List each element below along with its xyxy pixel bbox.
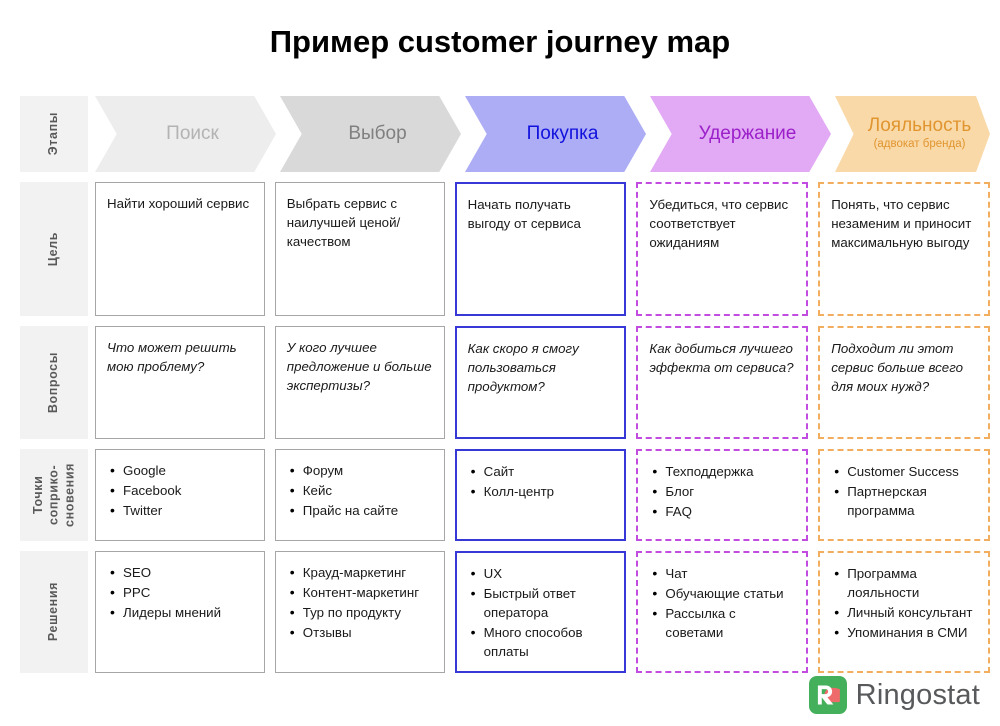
cell-touchpoints-search[interactable]: GoogleFacebookTwitter	[95, 449, 265, 541]
customer-journey-map: Этапы Поиск Выбор Покупка Удержание Лоял…	[20, 96, 990, 683]
list: SEOPPCЛидеры мнений	[107, 563, 253, 623]
list-item: Сайт	[471, 462, 614, 482]
ringostat-logo-icon	[808, 676, 847, 714]
list-item: Контент-маркетинг	[290, 583, 433, 603]
stage-sublabel-loyalty: (адвокат бренда)	[873, 138, 966, 151]
stage-arrow-purchase[interactable]: Покупка	[465, 96, 646, 172]
list-item: UX	[471, 564, 614, 584]
stage-label-choice: Выбор	[348, 122, 407, 144]
stage-arrow-retention[interactable]: Удержание	[650, 96, 831, 172]
cell-goal-retention[interactable]: Убедиться, что сервис соответствует ожид…	[636, 182, 809, 316]
cell-solutions-search[interactable]: SEOPPCЛидеры мнений	[95, 551, 265, 673]
list-item: Отзывы	[290, 623, 433, 643]
brand-logo[interactable]: Ringostat	[808, 676, 980, 714]
row-label-touchpoints-text: Точки соприко- сновения	[30, 463, 76, 527]
ringostat-logo-text: Ringostat	[855, 678, 980, 711]
list-item: Прайс на сайте	[290, 501, 433, 521]
list: Customer SuccessПартнерская программа	[831, 462, 977, 521]
list-item: Блог	[652, 482, 795, 502]
list: Крауд-маркетингКонтент-маркетингТур по п…	[287, 563, 433, 643]
stages-track: Поиск Выбор Покупка Удержание Лояльность…	[95, 96, 990, 172]
stage-label-loyalty: Лояльность	[867, 115, 972, 137]
list-item: Техподдержка	[652, 462, 795, 482]
list-item: Партнерская программа	[834, 482, 977, 521]
cell-touchpoints-choice[interactable]: ФорумКейсПрайс на сайте	[274, 449, 445, 541]
list: Программа лояльностиЛичный консультантУп…	[831, 564, 977, 643]
cell-goal-choice[interactable]: Выбрать сервис с наилучшей ценой/качеств…	[274, 182, 445, 316]
stage-label-retention: Удержание	[698, 122, 797, 144]
list-item: Колл-центр	[471, 482, 614, 502]
list-item: Крауд-маркетинг	[290, 563, 433, 583]
stage-arrow-loyalty[interactable]: Лояльность (адвокат бренда)	[835, 96, 990, 172]
list-item: Кейс	[290, 481, 433, 501]
list-item: Тур по продукту	[290, 603, 433, 623]
row-touchpoints-cells: GoogleFacebookTwitter ФорумКейсПрайс на …	[95, 449, 990, 541]
cell-questions-choice[interactable]: У кого лучшее предложение и больше экспе…	[274, 326, 445, 439]
list: UXБыстрый ответ оператораМного способов …	[468, 564, 614, 662]
cell-touchpoints-loyalty[interactable]: Customer SuccessПартнерская программа	[818, 449, 990, 541]
list-item: Обучающие статьи	[652, 584, 795, 604]
list-item: Быстрый ответ оператора	[471, 584, 614, 623]
list: ФорумКейсПрайс на сайте	[287, 461, 433, 521]
stages-header-row: Этапы Поиск Выбор Покупка Удержание Лоял…	[20, 96, 990, 172]
list-item: Customer Success	[834, 462, 977, 482]
list-item: Facebook	[110, 481, 253, 501]
row-questions-cells: Что может решить мою проблему? У кого лу…	[95, 326, 990, 439]
list-item: Личный консультант	[834, 603, 977, 623]
cell-questions-purchase[interactable]: Как скоро я смогу пользоваться продуктом…	[454, 326, 627, 439]
cell-goal-search[interactable]: Найти хороший сервис	[95, 182, 265, 316]
list-item: Чат	[652, 564, 795, 584]
row-solutions-cells: SEOPPCЛидеры мнений Крауд-маркетингКонте…	[95, 551, 990, 673]
page-title: Пример customer journey map	[269, 24, 731, 59]
list: GoogleFacebookTwitter	[107, 461, 253, 521]
list-item: Twitter	[110, 501, 253, 521]
stage-label-purchase: Покупка	[526, 122, 599, 144]
row-label-goal: Цель	[20, 182, 88, 316]
list-item: Упоминания в СМИ	[834, 623, 977, 643]
list-item: PPC	[110, 583, 253, 603]
list: ЧатОбучающие статьиРассылка с советами	[649, 564, 795, 643]
list-item: Форум	[290, 461, 433, 481]
row-label-questions: Вопросы	[20, 326, 88, 439]
cell-touchpoints-retention[interactable]: ТехподдержкаБлогFAQ	[636, 449, 809, 541]
row-label-solutions: Решения	[20, 551, 88, 673]
list: СайтКолл-центр	[468, 462, 614, 502]
row-label-stages: Этапы	[20, 96, 88, 172]
list-item: FAQ	[652, 502, 795, 522]
cell-goal-purchase[interactable]: Начать получать выгоду от сервиса	[454, 182, 627, 316]
row-label-questions-text: Вопросы	[46, 351, 61, 414]
stage-label-search: Поиск	[166, 122, 219, 144]
cell-questions-loyalty[interactable]: Подходит ли этот сервис больше всего для…	[818, 326, 990, 439]
list-item: Рассылка с советами	[652, 604, 795, 643]
list: ТехподдержкаБлогFAQ	[649, 462, 795, 522]
cell-touchpoints-purchase[interactable]: СайтКолл-центр	[454, 449, 627, 541]
row-label-solutions-text: Решения	[46, 582, 61, 642]
list-item: Много способов оплаты	[471, 623, 614, 662]
row-touchpoints: Точки соприко- сновения GoogleFacebookTw…	[20, 449, 990, 541]
list-item: Google	[110, 461, 253, 481]
cell-goal-loyalty[interactable]: Понять, что сервис незаменим и приносит …	[818, 182, 990, 316]
list-item: Программа лояльности	[834, 564, 977, 603]
row-label-touchpoints: Точки соприко- сновения	[20, 449, 88, 541]
row-goal-cells: Найти хороший сервис Выбрать сервис с на…	[95, 182, 990, 316]
cell-solutions-choice[interactable]: Крауд-маркетингКонтент-маркетингТур по п…	[274, 551, 445, 673]
list-item: SEO	[110, 563, 253, 583]
cell-solutions-retention[interactable]: ЧатОбучающие статьиРассылка с советами	[636, 551, 809, 673]
cell-solutions-loyalty[interactable]: Программа лояльностиЛичный консультантУп…	[818, 551, 990, 673]
row-goal: Цель Найти хороший сервис Выбрать сервис…	[20, 182, 990, 316]
row-label-stages-text: Этапы	[46, 112, 61, 156]
cell-questions-retention[interactable]: Как добиться лучшего эффекта от сервиса?	[636, 326, 809, 439]
list-item: Лидеры мнений	[110, 603, 253, 623]
cell-questions-search[interactable]: Что может решить мою проблему?	[95, 326, 265, 439]
row-label-goal-text: Цель	[46, 231, 61, 267]
stage-arrow-choice[interactable]: Выбор	[280, 96, 461, 172]
stage-arrow-search[interactable]: Поиск	[95, 96, 276, 172]
row-solutions: Решения SEOPPCЛидеры мнений Крауд-маркет…	[20, 551, 990, 673]
row-questions: Вопросы Что может решить мою проблему? У…	[20, 326, 990, 439]
cell-solutions-purchase[interactable]: UXБыстрый ответ оператораМного способов …	[454, 551, 627, 673]
